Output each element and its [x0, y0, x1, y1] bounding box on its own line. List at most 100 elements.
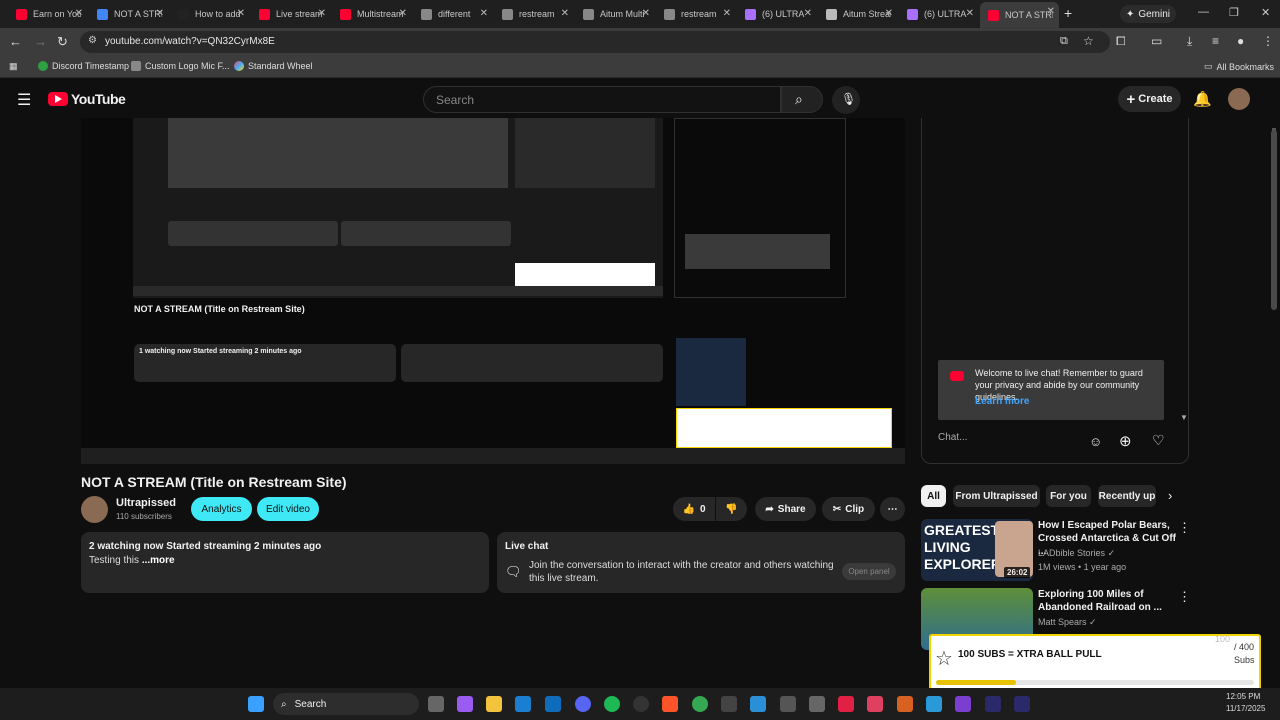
browser-tab[interactable]: Multistream ✕ [332, 4, 411, 24]
browser-tab[interactable]: NOT A STREAM✕ [89, 4, 168, 24]
browser-tab[interactable]: Earn on YouTube✕ [8, 4, 87, 24]
tab-close-icon[interactable]: ✕ [1047, 6, 1055, 17]
browser-tab[interactable]: restream ✕ [494, 4, 573, 24]
outlook-icon[interactable] [515, 696, 531, 712]
tab-close-icon[interactable]: ✕ [318, 8, 326, 19]
extensions-icon[interactable]: ⧠ [1116, 34, 1126, 49]
app-icon[interactable] [867, 696, 883, 712]
voice-search-button[interactable]: 🎙 [832, 86, 860, 114]
chrome-icon[interactable] [692, 696, 708, 712]
tab-close-icon[interactable]: ✕ [723, 8, 731, 19]
tab-close-icon[interactable]: ✕ [480, 8, 488, 19]
menu-kebab-icon[interactable]: ⋮ [1262, 34, 1274, 48]
gemini-button[interactable]: ✦ Gemini [1120, 5, 1176, 23]
rec-menu-icon[interactable]: ⋮ [1178, 520, 1191, 536]
rec-title[interactable]: Exploring 100 Miles of Abandoned Railroa… [1038, 588, 1178, 614]
spotify-icon[interactable] [604, 696, 620, 712]
open-panel-button[interactable]: Open panel [842, 563, 896, 580]
browser-tab[interactable]: Live stream ✕ [251, 4, 330, 24]
scroll-down-icon[interactable]: ▼ [1180, 413, 1188, 422]
tab-close-icon[interactable]: ✕ [75, 8, 83, 19]
clip-button[interactable]: ✂ Clip [822, 497, 875, 521]
premiere-icon[interactable] [1014, 696, 1030, 712]
cast-icon[interactable]: ⧉ [1060, 35, 1068, 48]
share-button[interactable]: ➦ Share [755, 497, 816, 521]
app-icon[interactable] [955, 696, 971, 712]
tab-close-icon[interactable]: ✕ [642, 8, 650, 19]
tab-close-icon[interactable]: ✕ [885, 8, 893, 19]
site-info-icon[interactable]: ⚙ [88, 35, 97, 46]
rec-menu-icon[interactable]: ⋮ [1178, 589, 1191, 605]
browser-tab[interactable]: Aitum Stream✕ [818, 4, 897, 24]
forward-icon[interactable]: → [34, 34, 47, 49]
bookmark-item[interactable]: Discord Timestamp [38, 61, 129, 71]
avatar[interactable] [1228, 88, 1250, 110]
restore-button[interactable]: ❐ [1229, 6, 1239, 19]
rec-channel[interactable]: LADbible Stories ✓ [1038, 548, 1115, 559]
page-scrollbar[interactable] [1271, 130, 1277, 310]
bookmark-star-icon[interactable]: ☆ [1083, 34, 1094, 48]
copilot-icon[interactable] [457, 696, 473, 712]
app-icon[interactable] [838, 696, 854, 712]
description-card[interactable]: 2 watching now Started streaming 2 minut… [81, 532, 489, 593]
profile-icon[interactable]: ● [1237, 34, 1244, 48]
browser-tab[interactable]: restream ✕ [656, 4, 735, 24]
obs-icon[interactable] [633, 696, 649, 712]
browser-tab[interactable]: How to add ✕ [170, 4, 249, 24]
learn-more-link[interactable]: Learn more [975, 396, 1029, 407]
browser-tab[interactable]: different ✕ [413, 4, 492, 24]
app-icon[interactable] [809, 696, 825, 712]
more-link[interactable]: ...more [142, 555, 175, 566]
browser-tab[interactable]: NOT A STREAM✕ [980, 2, 1059, 28]
bookmark-item[interactable]: Custom Logo Mic F... [131, 61, 230, 71]
chip-from-channel[interactable]: From Ultrapissed [953, 485, 1040, 507]
tab-close-icon[interactable]: ✕ [804, 8, 812, 19]
video-player[interactable]: NOT A STREAM (Title on Restream Site) 1 … [81, 118, 905, 464]
app-icon[interactable] [721, 696, 737, 712]
search-button[interactable]: ⌕ [781, 86, 823, 113]
media-icon[interactable]: ≡ [1212, 34, 1219, 48]
brave-icon[interactable] [662, 696, 678, 712]
app-icon[interactable] [926, 696, 942, 712]
chevron-right-icon[interactable]: › [1168, 488, 1172, 503]
address-bar[interactable]: ⚙ youtube.com/watch?v=QN32CyrMx8E ⧉ ☆ [80, 31, 1110, 53]
bookmark-item[interactable]: Standard Wheel [234, 61, 313, 71]
edit-video-button[interactable]: Edit video [257, 497, 319, 521]
file-explorer-icon[interactable] [486, 696, 502, 712]
chat-input[interactable]: Chat... [938, 432, 1083, 443]
app-icon[interactable] [897, 696, 913, 712]
close-window-button[interactable]: ✕ [1261, 6, 1270, 19]
hamburger-menu-icon[interactable]: ☰ [17, 90, 31, 110]
reload-icon[interactable]: ↻ [57, 34, 68, 50]
youtube-logo[interactable]: YouTube [48, 91, 126, 107]
discord-icon[interactable] [575, 696, 591, 712]
minimize-button[interactable]: — [1198, 6, 1209, 18]
taskbar-search[interactable]: ⌕ Search [273, 693, 419, 715]
new-tab-button[interactable]: + [1064, 5, 1072, 21]
app-icon[interactable] [750, 696, 766, 712]
app-icon[interactable] [985, 696, 1001, 712]
rec-channel[interactable]: Matt Spears ✓ [1038, 617, 1097, 628]
browser-tab[interactable]: (6) ULTRA ✕ [899, 4, 978, 24]
more-actions-button[interactable]: ⋯ [880, 497, 905, 521]
browser-tab[interactable]: Aitum Multi ✕ [575, 4, 654, 24]
chip-recently-uploaded[interactable]: Recently up [1098, 485, 1156, 507]
add-plus-icon[interactable]: ⊕ [1119, 432, 1132, 450]
rec-thumbnail[interactable]: GREATEST LIVING EXPLORER 26:02 [921, 519, 1033, 581]
store-icon[interactable] [545, 696, 561, 712]
dislike-button[interactable]: 👎 [716, 497, 747, 521]
analytics-button[interactable]: Analytics [191, 497, 252, 521]
tab-close-icon[interactable]: ✕ [156, 8, 164, 19]
browser-tab[interactable]: (6) ULTRA ✕ [737, 4, 816, 24]
task-view-icon[interactable] [428, 696, 444, 712]
search-input[interactable]: Search [423, 86, 781, 113]
channel-name[interactable]: Ultrapissed [116, 497, 176, 509]
chip-for-you[interactable]: For you [1046, 485, 1091, 507]
apps-grid-icon[interactable]: ▦ [9, 61, 18, 72]
back-icon[interactable]: ← [9, 34, 22, 49]
tab-close-icon[interactable]: ✕ [966, 8, 974, 19]
tab-close-icon[interactable]: ✕ [561, 8, 569, 19]
like-button[interactable]: 👍 0 [673, 497, 715, 521]
clock-time[interactable]: 12:05 PM [1226, 692, 1260, 701]
start-icon[interactable] [248, 696, 264, 712]
